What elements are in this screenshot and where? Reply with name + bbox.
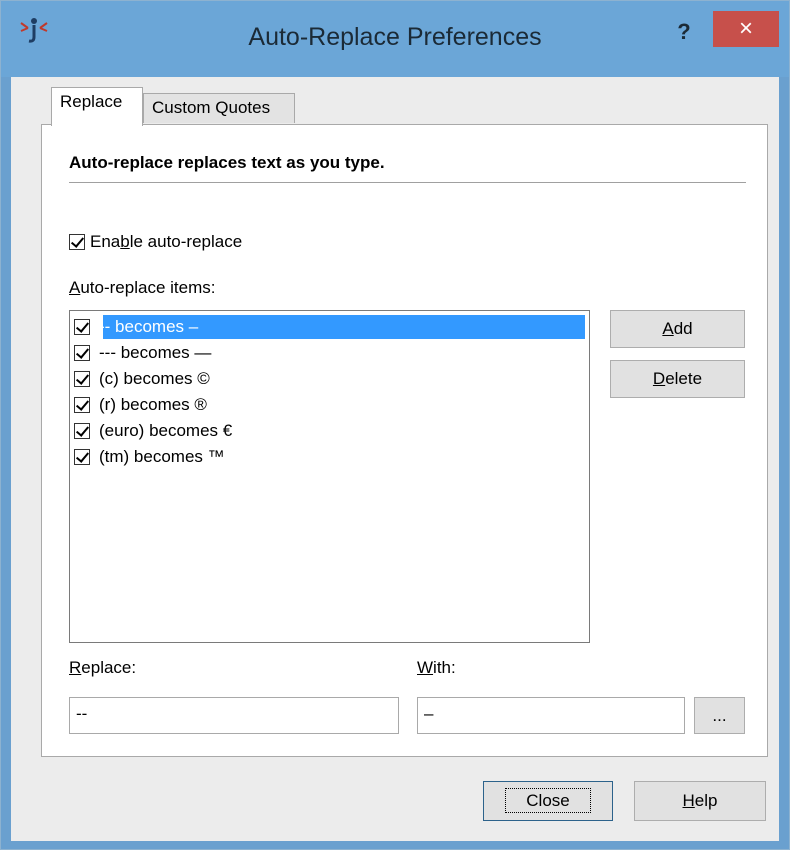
replace-panel: Auto-replace replaces text as you type. …	[41, 124, 768, 757]
list-item[interactable]: (tm) becomes ™	[74, 445, 228, 469]
with-input[interactable]: –	[417, 697, 685, 734]
heading-divider	[69, 182, 746, 183]
checkmark-icon[interactable]	[74, 345, 90, 361]
browse-button[interactable]: ...	[694, 697, 745, 734]
tab-custom-quotes[interactable]: Custom Quotes	[143, 93, 295, 123]
preferences-window: Auto-Replace Preferences ? × Replace Cus…	[0, 0, 790, 850]
enable-label: Enable auto-replace	[90, 232, 243, 251]
checkmark-icon[interactable]	[74, 371, 90, 387]
replace-input[interactable]: --	[69, 697, 399, 734]
list-item[interactable]: (euro) becomes €	[74, 419, 235, 443]
replace-label: Replace:	[69, 658, 137, 677]
help-button[interactable]: Help	[634, 781, 766, 821]
list-item[interactable]: --- becomes —	[74, 341, 214, 365]
panel-heading: Auto-replace replaces text as you type.	[69, 153, 385, 172]
checkmark-icon[interactable]	[74, 397, 90, 413]
help-title-button[interactable]: ?	[669, 17, 699, 47]
checkmark-icon[interactable]	[74, 449, 90, 465]
checkmark-icon[interactable]	[74, 423, 90, 439]
tab-replace[interactable]: Replace	[51, 87, 143, 126]
delete-button[interactable]: Delete	[610, 360, 745, 398]
list-item[interactable]: (c) becomes ©	[74, 367, 213, 391]
add-button[interactable]: Add	[610, 310, 745, 348]
close-window-button[interactable]: ×	[713, 11, 779, 47]
with-label: With:	[417, 658, 456, 677]
auto-replace-list[interactable]: -- becomes – --- becomes — (c) becomes ©…	[69, 310, 590, 643]
checkmark-icon	[69, 234, 85, 250]
items-label: Auto-replace items:	[69, 278, 216, 297]
list-item[interactable]: (r) becomes ®	[74, 393, 210, 417]
enable-auto-replace-checkbox[interactable]: Enable auto-replace	[69, 232, 242, 252]
title-bar[interactable]: Auto-Replace Preferences ? ×	[1, 1, 789, 77]
checkmark-icon[interactable]	[74, 319, 90, 335]
list-item[interactable]: -- becomes –	[74, 315, 201, 339]
dialog-client: Replace Custom Quotes Auto-replace repla…	[11, 77, 779, 841]
close-button[interactable]: Close	[483, 781, 613, 821]
